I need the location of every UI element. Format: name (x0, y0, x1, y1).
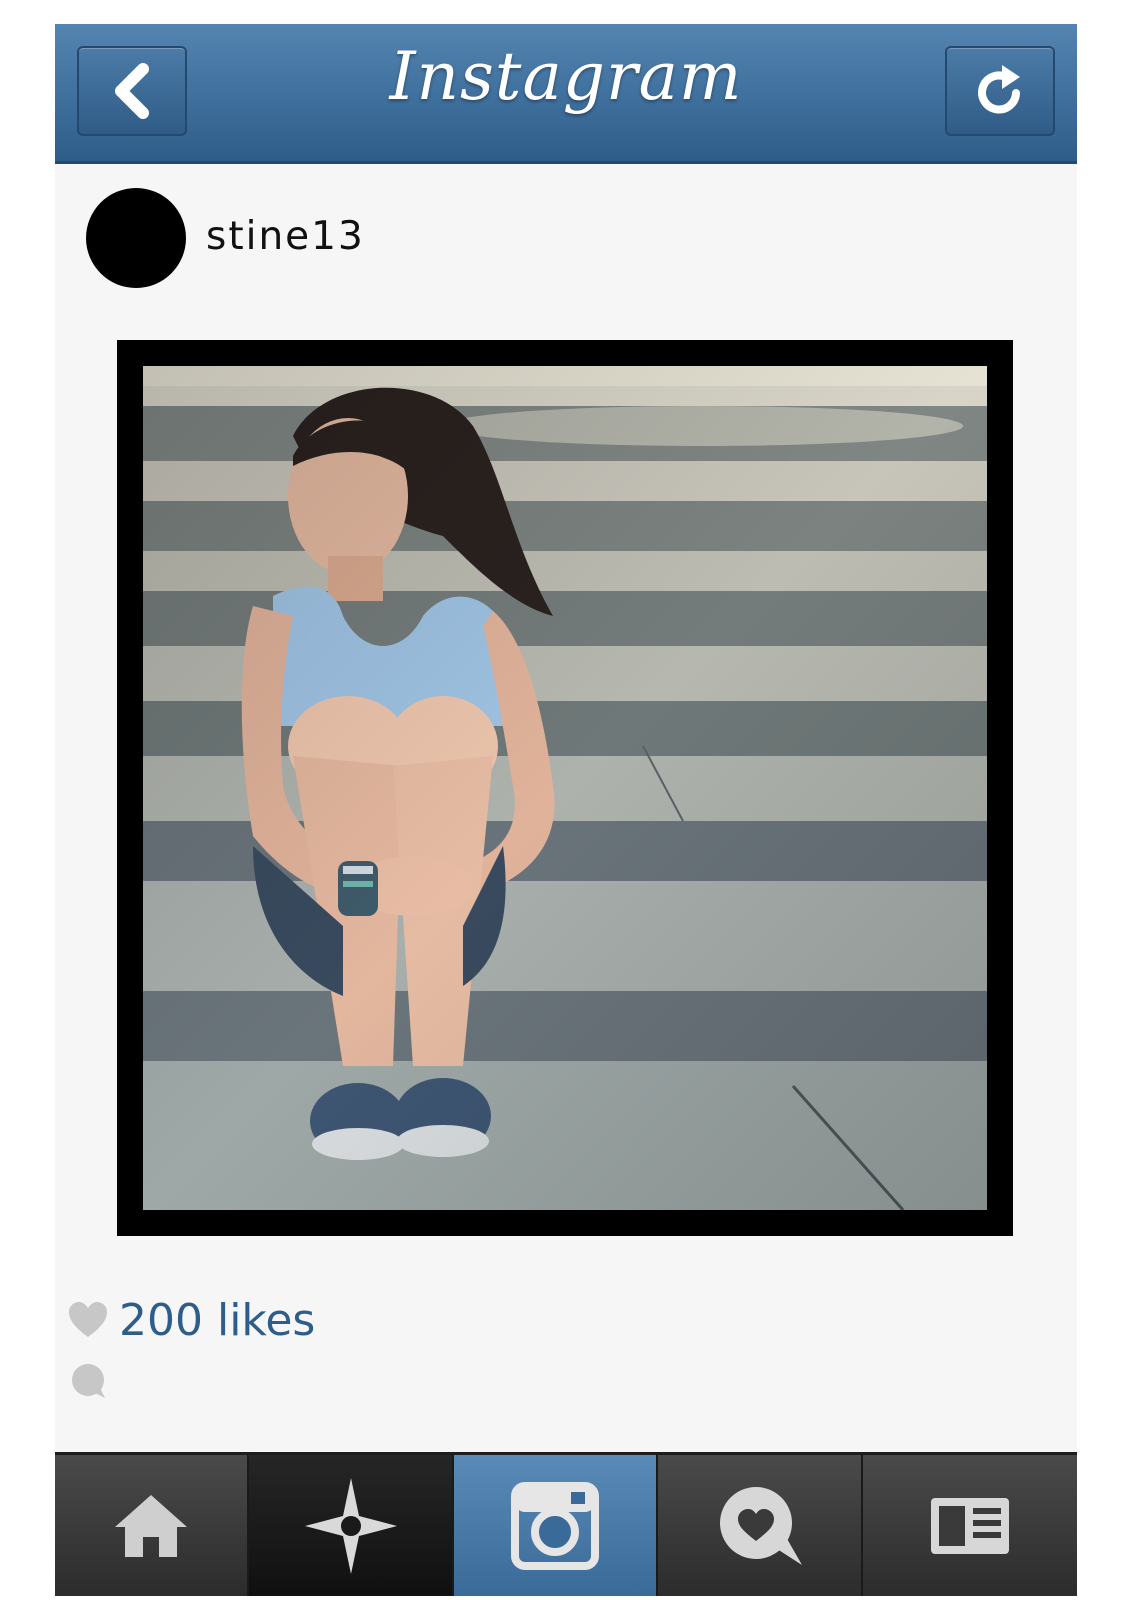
profile-card-icon (931, 1497, 1009, 1554)
refresh-icon (978, 65, 1020, 114)
refresh-button[interactable] (945, 46, 1055, 136)
tab-camera[interactable] (454, 1455, 658, 1596)
news-heart-bubble-icon (719, 1486, 802, 1565)
home-icon (115, 1494, 187, 1557)
username[interactable]: stine13 (206, 214, 365, 259)
explore-star-icon (304, 1477, 397, 1574)
tab-explore[interactable] (249, 1455, 454, 1596)
top-navigation-bar: Instagram (55, 24, 1077, 164)
tab-profile[interactable] (863, 1455, 1077, 1596)
tab-news[interactable] (658, 1455, 863, 1596)
instagram-screen: Instagram stine13 200 likes (55, 24, 1077, 1596)
comment-bubble-icon (72, 1364, 105, 1398)
app-title: Instagram (389, 38, 743, 115)
camera-icon (511, 1481, 599, 1570)
post-photo[interactable] (143, 366, 987, 1210)
avatar[interactable] (86, 188, 186, 288)
heart-icon (69, 1302, 107, 1337)
likes-row[interactable]: 200 likes (67, 1292, 315, 1348)
comment-button[interactable] (69, 1362, 109, 1405)
tab-home[interactable] (55, 1455, 249, 1596)
bottom-tab-bar (55, 1452, 1077, 1596)
likes-count: 200 likes (119, 1294, 316, 1346)
post-photo-frame (117, 340, 1013, 1236)
